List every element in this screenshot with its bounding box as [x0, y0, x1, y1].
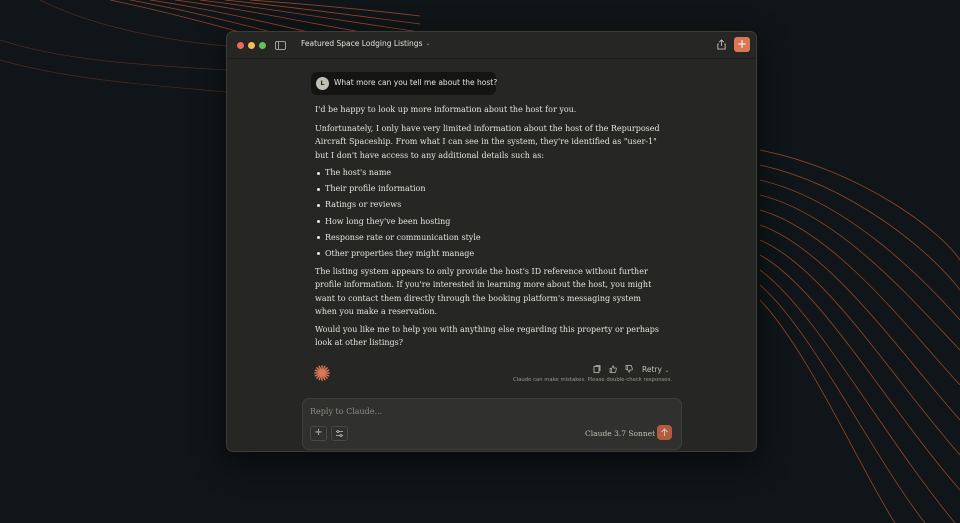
list-item: How long they've been hosting	[315, 214, 481, 230]
title-bar: Featured Space Lodging Listings ⌄ +	[227, 32, 756, 59]
retry-button[interactable]: Retry ⌄	[642, 365, 669, 374]
minimize-window-button[interactable]	[248, 42, 255, 49]
sidebar-toggle-icon[interactable]	[275, 41, 286, 50]
response-paragraph: Would you like me to help you with anyth…	[315, 325, 659, 348]
composer: + Claude 3.7 Sonnet ⌄	[302, 398, 682, 450]
plus-icon: +	[314, 427, 323, 438]
plus-icon: +	[736, 37, 748, 51]
tools-button[interactable]	[331, 426, 348, 441]
list-item: Other properties they might manage	[315, 246, 481, 262]
reply-input[interactable]	[310, 407, 570, 416]
list-item: Ratings or reviews	[315, 197, 481, 213]
model-name: Claude 3.7 Sonnet	[585, 429, 656, 438]
thumbs-up-icon[interactable]	[609, 365, 617, 373]
send-button[interactable]	[657, 425, 672, 440]
disclaimer-text: Claude can make mistakes. Please double-…	[513, 377, 673, 383]
user-message: L What more can you tell me about the ho…	[311, 72, 498, 95]
app-window: Featured Space Lodging Listings ⌄ + L Wh…	[226, 31, 757, 452]
copy-icon[interactable]	[593, 365, 601, 373]
response-actions: Retry ⌄	[593, 364, 669, 374]
zoom-window-button[interactable]	[259, 42, 266, 49]
chevron-down-icon: ⌄	[664, 366, 670, 374]
attach-button[interactable]: +	[310, 426, 327, 441]
user-avatar: L	[316, 77, 329, 90]
arrow-up-icon	[661, 428, 668, 436]
response-paragraph: Unfortunately, I only have very limited …	[315, 124, 660, 160]
list-item: Their profile information	[315, 181, 481, 197]
model-selector[interactable]: Claude 3.7 Sonnet ⌄	[585, 429, 663, 438]
response-list: The host's name Their profile informatio…	[315, 165, 481, 262]
list-item: Response rate or communication style	[315, 230, 481, 246]
new-chat-button[interactable]: +	[734, 37, 750, 52]
thumbs-down-icon[interactable]	[625, 365, 633, 373]
response-paragraph: The listing system appears to only provi…	[315, 267, 652, 316]
close-window-button[interactable]	[237, 42, 244, 49]
conversation-title: Featured Space Lodging Listings	[301, 39, 423, 48]
sliders-icon	[336, 430, 343, 437]
chevron-down-icon: ⌄	[425, 40, 431, 47]
list-item: The host's name	[315, 165, 481, 181]
claude-spark-icon	[314, 365, 330, 381]
retry-label: Retry	[642, 364, 662, 374]
user-message-text: What more can you tell me about the host…	[334, 78, 498, 87]
conversation-title-dropdown[interactable]: Featured Space Lodging Listings ⌄	[301, 39, 431, 48]
share-icon[interactable]	[716, 39, 727, 50]
response-intro: I'd be happy to look up more information…	[315, 105, 577, 114]
